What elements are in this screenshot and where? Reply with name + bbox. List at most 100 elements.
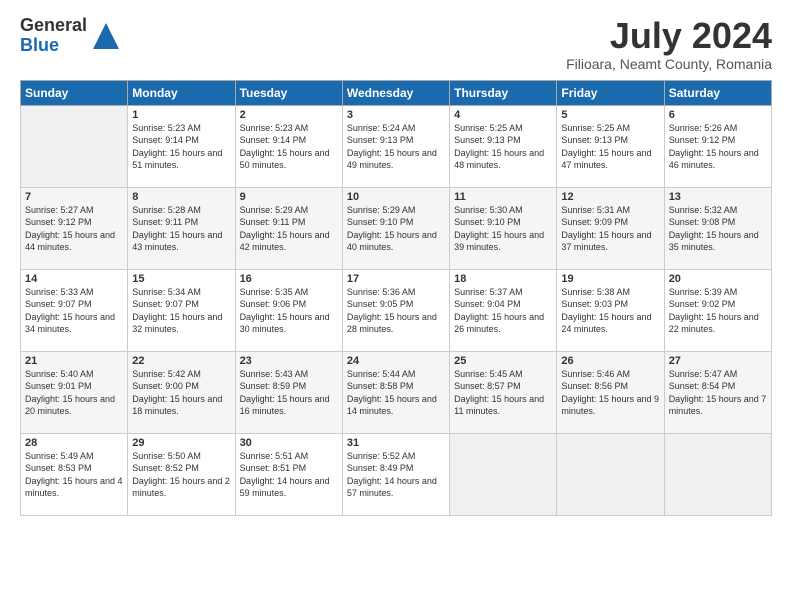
week-row-4: 28Sunrise: 5:49 AM Sunset: 8:53 PM Dayli… — [21, 433, 772, 515]
day-cell — [664, 433, 771, 515]
day-number: 15 — [132, 273, 230, 285]
day-cell: 10Sunrise: 5:29 AM Sunset: 9:10 PM Dayli… — [342, 187, 449, 269]
day-info: Sunrise: 5:28 AM Sunset: 9:11 PM Dayligh… — [132, 204, 230, 254]
day-info: Sunrise: 5:29 AM Sunset: 9:10 PM Dayligh… — [347, 204, 445, 254]
day-number: 22 — [132, 355, 230, 367]
day-number: 12 — [561, 191, 659, 203]
day-info: Sunrise: 5:36 AM Sunset: 9:05 PM Dayligh… — [347, 286, 445, 336]
day-number: 1 — [132, 109, 230, 121]
day-info: Sunrise: 5:37 AM Sunset: 9:04 PM Dayligh… — [454, 286, 552, 336]
day-cell: 23Sunrise: 5:43 AM Sunset: 8:59 PM Dayli… — [235, 351, 342, 433]
day-cell: 16Sunrise: 5:35 AM Sunset: 9:06 PM Dayli… — [235, 269, 342, 351]
day-number: 26 — [561, 355, 659, 367]
col-friday: Friday — [557, 80, 664, 105]
day-number: 4 — [454, 109, 552, 121]
day-info: Sunrise: 5:32 AM Sunset: 9:08 PM Dayligh… — [669, 204, 767, 254]
day-cell — [450, 433, 557, 515]
day-info: Sunrise: 5:39 AM Sunset: 9:02 PM Dayligh… — [669, 286, 767, 336]
day-info: Sunrise: 5:52 AM Sunset: 8:49 PM Dayligh… — [347, 450, 445, 500]
col-monday: Monday — [128, 80, 235, 105]
week-row-3: 21Sunrise: 5:40 AM Sunset: 9:01 PM Dayli… — [21, 351, 772, 433]
day-number: 25 — [454, 355, 552, 367]
day-info: Sunrise: 5:40 AM Sunset: 9:01 PM Dayligh… — [25, 368, 123, 418]
col-saturday: Saturday — [664, 80, 771, 105]
day-cell: 28Sunrise: 5:49 AM Sunset: 8:53 PM Dayli… — [21, 433, 128, 515]
day-cell: 1Sunrise: 5:23 AM Sunset: 9:14 PM Daylig… — [128, 105, 235, 187]
day-cell: 12Sunrise: 5:31 AM Sunset: 9:09 PM Dayli… — [557, 187, 664, 269]
day-number: 23 — [240, 355, 338, 367]
day-info: Sunrise: 5:25 AM Sunset: 9:13 PM Dayligh… — [561, 122, 659, 172]
day-info: Sunrise: 5:47 AM Sunset: 8:54 PM Dayligh… — [669, 368, 767, 418]
day-cell: 24Sunrise: 5:44 AM Sunset: 8:58 PM Dayli… — [342, 351, 449, 433]
day-cell: 29Sunrise: 5:50 AM Sunset: 8:52 PM Dayli… — [128, 433, 235, 515]
day-info: Sunrise: 5:34 AM Sunset: 9:07 PM Dayligh… — [132, 286, 230, 336]
day-cell: 13Sunrise: 5:32 AM Sunset: 9:08 PM Dayli… — [664, 187, 771, 269]
day-info: Sunrise: 5:23 AM Sunset: 9:14 PM Dayligh… — [240, 122, 338, 172]
calendar-page: General Blue July 2024 Filioara, Neamt C… — [0, 0, 792, 612]
day-number: 27 — [669, 355, 767, 367]
week-row-0: 1Sunrise: 5:23 AM Sunset: 9:14 PM Daylig… — [21, 105, 772, 187]
day-info: Sunrise: 5:45 AM Sunset: 8:57 PM Dayligh… — [454, 368, 552, 418]
day-number: 16 — [240, 273, 338, 285]
day-cell: 20Sunrise: 5:39 AM Sunset: 9:02 PM Dayli… — [664, 269, 771, 351]
day-number: 11 — [454, 191, 552, 203]
day-cell: 22Sunrise: 5:42 AM Sunset: 9:00 PM Dayli… — [128, 351, 235, 433]
col-wednesday: Wednesday — [342, 80, 449, 105]
logo-blue: Blue — [20, 36, 87, 56]
day-cell: 19Sunrise: 5:38 AM Sunset: 9:03 PM Dayli… — [557, 269, 664, 351]
logo-general: General — [20, 16, 87, 36]
calendar-table: Sunday Monday Tuesday Wednesday Thursday… — [20, 80, 772, 516]
title-block: July 2024 Filioara, Neamt County, Romani… — [566, 16, 772, 72]
day-info: Sunrise: 5:42 AM Sunset: 9:00 PM Dayligh… — [132, 368, 230, 418]
day-number: 31 — [347, 437, 445, 449]
day-info: Sunrise: 5:46 AM Sunset: 8:56 PM Dayligh… — [561, 368, 659, 418]
day-cell: 21Sunrise: 5:40 AM Sunset: 9:01 PM Dayli… — [21, 351, 128, 433]
day-number: 19 — [561, 273, 659, 285]
day-cell: 31Sunrise: 5:52 AM Sunset: 8:49 PM Dayli… — [342, 433, 449, 515]
day-cell: 6Sunrise: 5:26 AM Sunset: 9:12 PM Daylig… — [664, 105, 771, 187]
logo-text: General Blue — [20, 16, 87, 56]
day-number: 13 — [669, 191, 767, 203]
day-info: Sunrise: 5:43 AM Sunset: 8:59 PM Dayligh… — [240, 368, 338, 418]
day-info: Sunrise: 5:24 AM Sunset: 9:13 PM Dayligh… — [347, 122, 445, 172]
day-cell: 30Sunrise: 5:51 AM Sunset: 8:51 PM Dayli… — [235, 433, 342, 515]
day-info: Sunrise: 5:29 AM Sunset: 9:11 PM Dayligh… — [240, 204, 338, 254]
day-cell: 2Sunrise: 5:23 AM Sunset: 9:14 PM Daylig… — [235, 105, 342, 187]
header: General Blue July 2024 Filioara, Neamt C… — [20, 16, 772, 72]
day-cell: 3Sunrise: 5:24 AM Sunset: 9:13 PM Daylig… — [342, 105, 449, 187]
day-info: Sunrise: 5:25 AM Sunset: 9:13 PM Dayligh… — [454, 122, 552, 172]
col-tuesday: Tuesday — [235, 80, 342, 105]
day-number: 18 — [454, 273, 552, 285]
day-cell: 15Sunrise: 5:34 AM Sunset: 9:07 PM Dayli… — [128, 269, 235, 351]
day-number: 8 — [132, 191, 230, 203]
day-cell: 17Sunrise: 5:36 AM Sunset: 9:05 PM Dayli… — [342, 269, 449, 351]
day-number: 30 — [240, 437, 338, 449]
day-cell: 18Sunrise: 5:37 AM Sunset: 9:04 PM Dayli… — [450, 269, 557, 351]
day-info: Sunrise: 5:27 AM Sunset: 9:12 PM Dayligh… — [25, 204, 123, 254]
day-info: Sunrise: 5:31 AM Sunset: 9:09 PM Dayligh… — [561, 204, 659, 254]
day-number: 24 — [347, 355, 445, 367]
day-number: 21 — [25, 355, 123, 367]
day-cell: 5Sunrise: 5:25 AM Sunset: 9:13 PM Daylig… — [557, 105, 664, 187]
day-number: 29 — [132, 437, 230, 449]
logo-icon — [91, 21, 121, 51]
day-cell: 4Sunrise: 5:25 AM Sunset: 9:13 PM Daylig… — [450, 105, 557, 187]
day-info: Sunrise: 5:35 AM Sunset: 9:06 PM Dayligh… — [240, 286, 338, 336]
day-info: Sunrise: 5:23 AM Sunset: 9:14 PM Dayligh… — [132, 122, 230, 172]
day-cell: 7Sunrise: 5:27 AM Sunset: 9:12 PM Daylig… — [21, 187, 128, 269]
day-number: 6 — [669, 109, 767, 121]
week-row-2: 14Sunrise: 5:33 AM Sunset: 9:07 PM Dayli… — [21, 269, 772, 351]
day-number: 20 — [669, 273, 767, 285]
day-cell — [21, 105, 128, 187]
col-sunday: Sunday — [21, 80, 128, 105]
day-info: Sunrise: 5:38 AM Sunset: 9:03 PM Dayligh… — [561, 286, 659, 336]
day-number: 2 — [240, 109, 338, 121]
day-cell: 25Sunrise: 5:45 AM Sunset: 8:57 PM Dayli… — [450, 351, 557, 433]
day-info: Sunrise: 5:33 AM Sunset: 9:07 PM Dayligh… — [25, 286, 123, 336]
month-title: July 2024 — [566, 16, 772, 56]
day-info: Sunrise: 5:44 AM Sunset: 8:58 PM Dayligh… — [347, 368, 445, 418]
header-row: Sunday Monday Tuesday Wednesday Thursday… — [21, 80, 772, 105]
day-info: Sunrise: 5:51 AM Sunset: 8:51 PM Dayligh… — [240, 450, 338, 500]
day-number: 3 — [347, 109, 445, 121]
subtitle: Filioara, Neamt County, Romania — [566, 56, 772, 72]
